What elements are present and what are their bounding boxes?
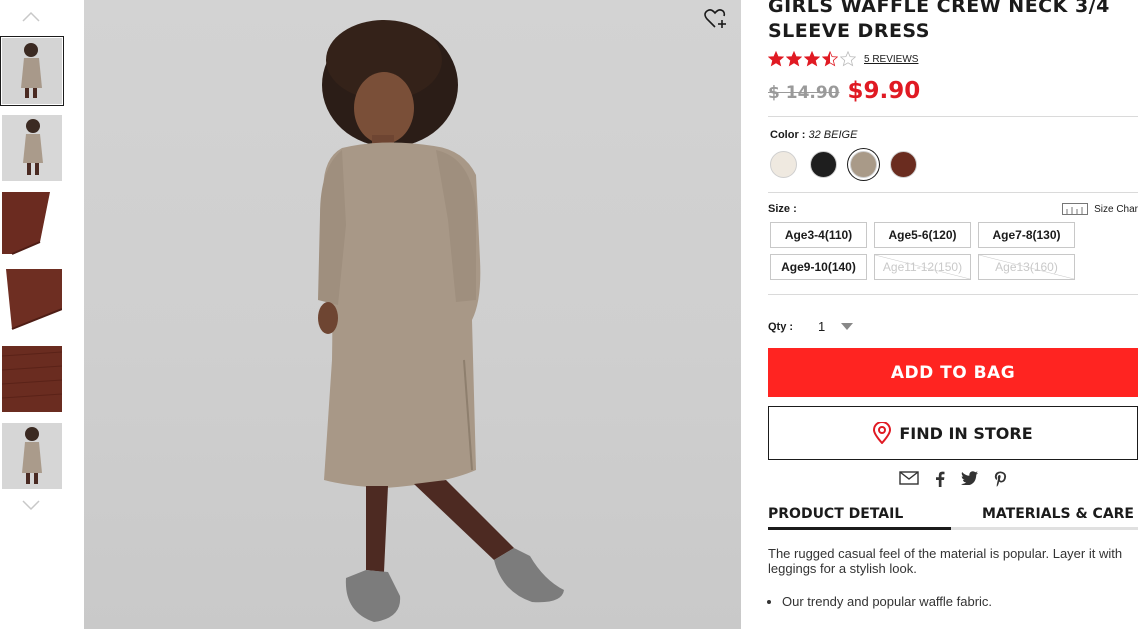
facebook-icon[interactable] [935,471,945,492]
size-header: Size : Size Char [768,203,1138,215]
star-icon [840,51,856,67]
quantity-row: Qty : 1 [768,319,1138,334]
size-option: Age11-12(150) [874,254,971,280]
pinterest-icon[interactable] [994,471,1007,492]
size-option[interactable]: Age9-10(140) [770,254,867,280]
color-label: Color : 32 BEIGE [770,129,1138,141]
reviews-link[interactable]: 5 REVIEWS [864,54,918,65]
feature-list: Our trendy and popular waffle fabric. [782,594,1138,609]
product-title-line-1: GIRLS WAFFLE CREW NECK 3/4 [768,0,1110,17]
thumbnail-6[interactable] [2,423,62,489]
thumbnail-strip [0,0,70,629]
size-chart-link[interactable]: Size Char [1062,203,1138,215]
color-swatch-off-white[interactable] [770,151,797,178]
star-icon [786,51,802,67]
size-option[interactable]: Age7-8(130) [978,222,1075,248]
sale-price: $9.90 [847,78,921,104]
divider [768,294,1138,295]
star-icon [822,51,838,67]
star-icon [804,51,820,67]
divider [768,192,1138,193]
find-in-store-button[interactable]: FIND IN STORE [768,406,1138,460]
tab-materials-care[interactable]: MATERIALS & CARE [951,500,1138,530]
chevron-down-icon [841,323,854,330]
color-swatch-brown[interactable] [890,151,917,178]
product-tabs: PRODUCT DETAIL MATERIALS & CARE [768,500,1138,530]
price-row: $ 14.90 $9.90 [768,78,1138,104]
thumbnail-3[interactable] [2,192,62,258]
selected-color-name: 32 BEIGE [808,129,858,141]
thumbnail-up-arrow-icon[interactable] [21,10,41,24]
divider [768,116,1138,117]
find-in-store-label: FIND IN STORE [899,423,1033,443]
star-icon [768,51,784,67]
product-title: GIRLS WAFFLE CREW NECK 3/4 SLEEVE DRESS [768,0,1138,44]
qty-label: Qty : [768,320,794,333]
color-label-text: Color : [770,129,806,141]
thumbnail-2[interactable] [2,115,62,181]
size-chart-label: Size Char [1094,203,1138,215]
rating-row: 5 REVIEWS [768,48,1138,70]
size-options: Age3-4(110) Age5-6(120) Age7-8(130) Age9-10… [770,222,1138,280]
ruler-icon [1062,203,1089,215]
location-pin-icon [873,422,892,444]
size-option[interactable]: Age5-6(120) [874,222,971,248]
quantity-value: 1 [818,319,826,334]
product-info-panel: GIRLS WAFFLE CREW NECK 3/4 SLEEVE DRESS … [768,0,1138,629]
size-option: Age13(160) [978,254,1075,280]
thumbnail-5[interactable] [2,346,62,412]
thumbnail-1[interactable] [0,36,64,106]
tab-product-detail[interactable]: PRODUCT DETAIL [768,500,951,530]
add-to-bag-button[interactable]: ADD TO BAG [768,348,1138,397]
feature-item: Our trendy and popular waffle fabric. [782,594,1138,609]
color-swatch-beige[interactable] [850,151,877,178]
quantity-select[interactable]: 1 [818,319,866,334]
color-swatches [770,151,1138,178]
thumbnail-down-arrow-icon[interactable] [21,498,41,512]
thumbnail-4[interactable] [2,269,62,335]
product-description: The rugged casual feel of the material i… [768,546,1123,576]
size-option[interactable]: Age3-4(110) [770,222,867,248]
original-price: $ 14.90 [768,83,840,103]
mail-icon[interactable] [899,471,919,492]
twitter-icon[interactable] [961,471,978,492]
add-to-favorites-icon[interactable] [704,8,728,30]
color-swatch-black[interactable] [810,151,837,178]
size-label: Size : [768,203,797,215]
main-product-image [84,0,741,629]
share-row [768,471,1138,492]
product-title-line-2: SLEEVE DRESS [768,20,930,42]
star-rating [768,51,856,67]
model-illustration [318,20,564,622]
